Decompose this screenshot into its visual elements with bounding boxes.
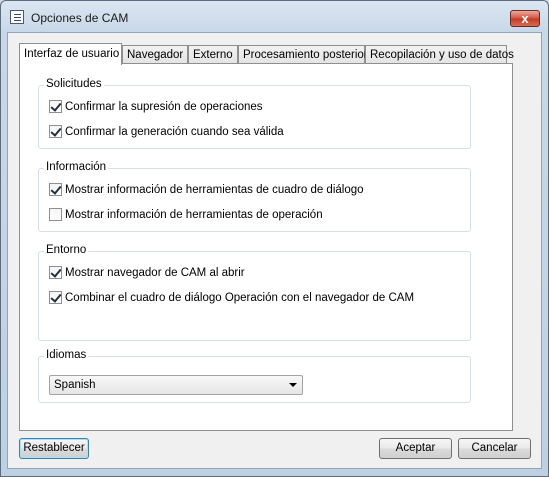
- tab-label: Navegador: [127, 49, 184, 61]
- checkbox-box[interactable]: [49, 291, 62, 304]
- title-bar[interactable]: Opciones de CAM x: [1, 1, 548, 33]
- group-prompts: Solicitudes Confirmar la supresión de op…: [38, 78, 471, 149]
- checkbox-confirm-generation[interactable]: Confirmar la generación cuando sea válid…: [49, 125, 284, 141]
- ok-button-label: Aceptar: [395, 442, 436, 454]
- group-legend: Entorno: [44, 244, 89, 256]
- group-legend: Información: [44, 161, 109, 173]
- tab-label: Recopilación y uso de datos: [370, 49, 514, 61]
- reset-button-label: Restablecer: [23, 442, 85, 454]
- checkbox-label: Confirmar la supresión de operaciones: [65, 101, 263, 113]
- cancel-button-label: Cancelar: [471, 442, 518, 454]
- group-languages: Idiomas Spanish: [38, 349, 471, 403]
- group-information: Información Mostrar información de herra…: [38, 161, 471, 232]
- tab-data-collection[interactable]: Recopilación y uso de datos: [365, 45, 514, 64]
- checkbox-box[interactable]: [49, 183, 62, 196]
- checkbox-dialog-tooltips[interactable]: Mostrar información de herramientas de c…: [49, 183, 364, 199]
- tab-browser[interactable]: Navegador: [122, 45, 188, 64]
- ok-button[interactable]: Aceptar: [379, 438, 452, 459]
- checkbox-label: Mostrar navegador de CAM al abrir: [65, 267, 245, 279]
- group-legend: Solicitudes: [44, 78, 104, 90]
- window-title: Opciones de CAM: [31, 11, 129, 25]
- language-select-value: Spanish: [54, 379, 96, 391]
- group-environment: Entorno Mostrar navegador de CAM al abri…: [38, 244, 471, 341]
- cancel-button[interactable]: Cancelar: [458, 438, 531, 459]
- tab-post-processing[interactable]: Procesamiento posterior: [238, 45, 368, 64]
- checkbox-show-cam-browser[interactable]: Mostrar navegador de CAM al abrir: [49, 266, 245, 282]
- tab-label: Interfaz de usuario: [24, 48, 120, 60]
- checkbox-label: Mostrar información de herramientas de c…: [65, 184, 364, 196]
- checkbox-box[interactable]: [49, 266, 62, 279]
- dialog-window-icon: [10, 10, 24, 24]
- checkbox-operation-tooltips[interactable]: Mostrar información de herramientas de o…: [49, 208, 323, 224]
- tab-label: Externo: [193, 49, 233, 61]
- tab-user-interface[interactable]: Interfaz de usuario: [19, 43, 122, 65]
- dialog-body: Interfaz de usuario Navegador Externo Pr…: [7, 32, 542, 469]
- language-select[interactable]: Spanish: [49, 375, 303, 395]
- reset-button[interactable]: Restablecer: [19, 438, 89, 459]
- checkbox-box[interactable]: [49, 100, 62, 113]
- checkbox-label: Combinar el cuadro de diálogo Operación …: [65, 292, 415, 304]
- group-legend: Idiomas: [44, 349, 89, 361]
- tab-external[interactable]: Externo: [188, 45, 238, 64]
- checkbox-box[interactable]: [49, 208, 62, 221]
- chevron-down-icon: [289, 383, 297, 387]
- close-button[interactable]: x: [510, 10, 540, 27]
- close-icon: x: [521, 11, 529, 26]
- checkbox-confirm-delete-operations[interactable]: Confirmar la supresión de operaciones: [49, 100, 263, 116]
- checkbox-label: Mostrar información de herramientas de o…: [65, 209, 323, 221]
- checkbox-label: Confirmar la generación cuando sea válid…: [65, 126, 284, 138]
- checkbox-box[interactable]: [49, 125, 62, 138]
- tab-panel-user-interface: Solicitudes Confirmar la supresión de op…: [19, 63, 513, 431]
- tab-label: Procesamiento posterior: [243, 49, 368, 61]
- cam-options-dialog: Opciones de CAM x Interfaz de usuario Na…: [0, 0, 549, 477]
- checkbox-combine-operation-dialog[interactable]: Combinar el cuadro de diálogo Operación …: [49, 291, 414, 307]
